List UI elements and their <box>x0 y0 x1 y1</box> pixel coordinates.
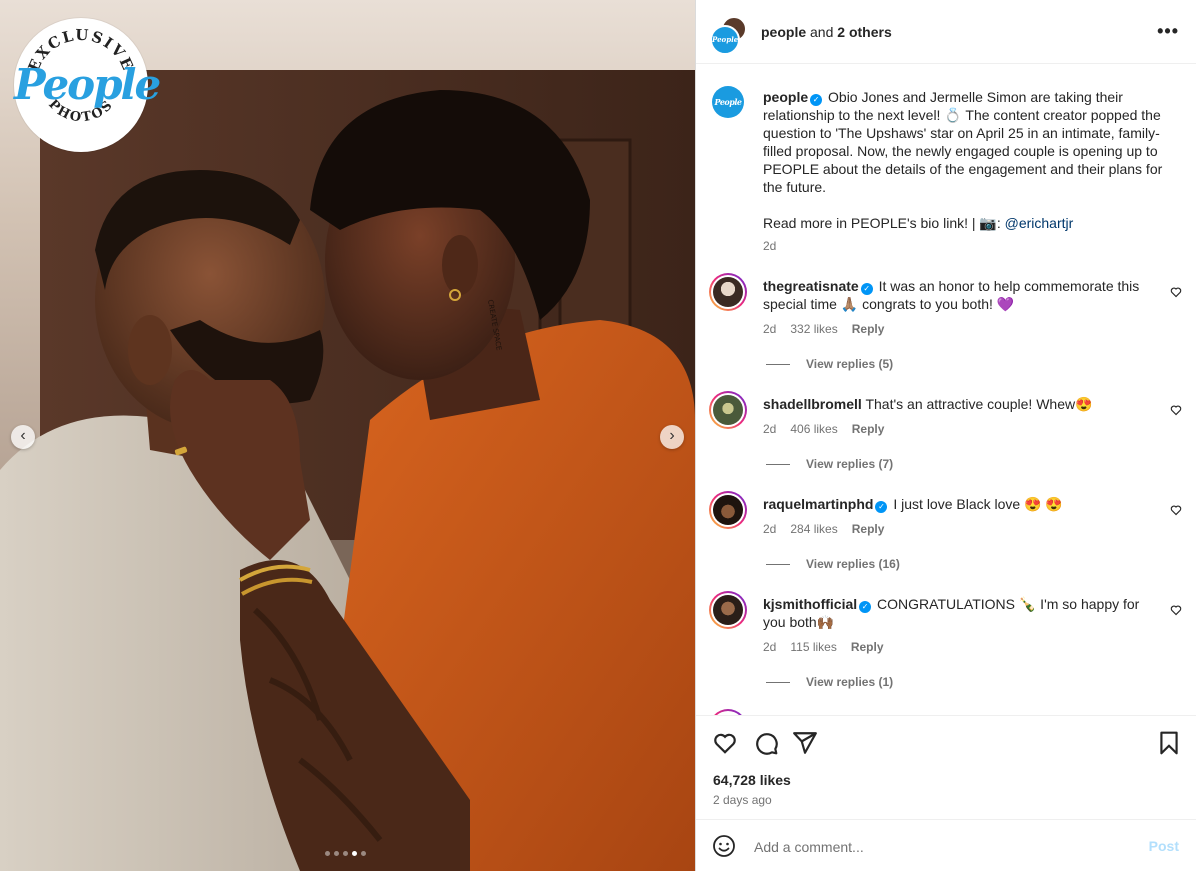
view-replies-button[interactable]: View replies (16) <box>766 557 900 571</box>
view-replies-button[interactable]: View replies (1) <box>766 675 893 689</box>
emoji-icon[interactable] <box>712 834 736 858</box>
author-joiner: and <box>810 24 834 40</box>
caption-avatar[interactable]: People <box>712 86 744 118</box>
commenter-photo <box>713 277 743 307</box>
like-comment-heart-icon[interactable] <box>1170 404 1182 416</box>
comment-likes[interactable]: 284 likes <box>790 522 837 536</box>
comment: thegreatisnate ✓ It was an honor to help … <box>763 277 1153 313</box>
post-date[interactable]: 2 days ago <box>713 793 772 807</box>
caption-username[interactable]: people <box>763 89 808 105</box>
replies-line <box>766 464 790 466</box>
comment-text: That's an attractive couple! Whew😍 <box>865 396 1093 412</box>
comment-meta: 2d 115 likes Reply <box>763 640 898 654</box>
comment: raquelmartinphd ✓ I just love Black love … <box>763 495 1153 513</box>
view-replies-label[interactable]: View replies (16) <box>806 557 900 571</box>
comment: shadellbromell That's an attractive coup… <box>763 395 1153 413</box>
view-replies-label[interactable]: View replies (5) <box>806 357 893 371</box>
commenter-photo <box>713 395 743 425</box>
verified-icon: ✓ <box>810 94 823 106</box>
view-replies-button[interactable]: View replies (5) <box>766 357 893 371</box>
comment-time[interactable]: 2d <box>763 322 776 336</box>
reply-button[interactable]: Reply <box>852 422 885 436</box>
comment-text: I just love Black love 😍 😍 <box>893 496 1063 512</box>
comment-meta: 2d 332 likes Reply <box>763 322 898 336</box>
replies-line <box>766 564 790 566</box>
author-username[interactable]: people <box>761 24 806 40</box>
commenter-photo <box>713 495 743 525</box>
bookmark-icon[interactable] <box>1156 730 1182 756</box>
carousel-dot <box>343 851 348 856</box>
comment-username[interactable]: raquelmartinphd <box>763 496 873 512</box>
reply-button[interactable]: Reply <box>851 640 884 654</box>
carousel-indicator <box>325 851 366 856</box>
post-actions: 64,728 likes 2 days ago <box>696 715 1196 819</box>
post-author[interactable]: people and 2 others <box>761 24 892 40</box>
post-comment-button[interactable]: Post <box>1149 838 1179 854</box>
comment-meta: 2d 406 likes Reply <box>763 422 898 436</box>
commenter-avatar[interactable] <box>709 491 747 529</box>
collab-avatars[interactable]: People <box>710 16 747 55</box>
carousel-dot <box>361 851 366 856</box>
caption-time[interactable]: 2d <box>763 239 776 253</box>
carousel-dot <box>334 851 339 856</box>
replies-line <box>766 682 790 684</box>
post-caption: people ✓ Obio Jones and Jermelle Simon ar… <box>763 88 1173 232</box>
comment-username[interactable]: shadellbromell <box>763 396 862 412</box>
commenter-avatar[interactable] <box>709 391 747 429</box>
comment: kjsmithofficial ✓ CONGRATULATIONS 🍾 I'm s… <box>763 595 1153 631</box>
verified-icon: ✓ <box>860 283 873 295</box>
view-replies-button[interactable]: View replies (7) <box>766 457 893 471</box>
view-replies-label[interactable]: View replies (1) <box>806 675 893 689</box>
commenter-avatar[interactable] <box>709 273 747 311</box>
comment-username[interactable]: thegreatisnate <box>763 278 859 294</box>
previous-photo-button[interactable]: ‹ <box>11 425 35 449</box>
add-comment-bar: Post <box>696 819 1196 871</box>
comment-likes[interactable]: 332 likes <box>790 322 837 336</box>
reply-button[interactable]: Reply <box>852 522 885 536</box>
likes-count[interactable]: 64,728 likes <box>713 772 791 788</box>
post-header: People people and 2 others ••• <box>696 0 1196 64</box>
comment-username[interactable]: kjsmithofficial <box>763 596 857 612</box>
view-replies-label[interactable]: View replies (7) <box>806 457 893 471</box>
reply-button[interactable]: Reply <box>852 322 885 336</box>
comment-icon[interactable] <box>753 730 779 756</box>
share-icon[interactable] <box>792 730 818 756</box>
replies-line <box>766 364 790 366</box>
verified-icon: ✓ <box>859 601 872 613</box>
next-photo-button[interactable]: › <box>660 425 684 449</box>
people-logo: People <box>14 60 161 109</box>
comment-meta: 2d 284 likes Reply <box>763 522 898 536</box>
commenter-photo <box>713 595 743 625</box>
others-link[interactable]: 2 others <box>837 24 891 40</box>
caption-read-more: Read more in PEOPLE's bio link! | 📷: <box>763 215 1005 231</box>
comment-likes[interactable]: 115 likes <box>790 640 836 654</box>
comments-scroll-area[interactable]: People people ✓ Obio Jones and Jermelle S… <box>696 64 1196 715</box>
comment-input[interactable] <box>752 834 1136 860</box>
like-comment-heart-icon[interactable] <box>1170 504 1182 516</box>
carousel-dot <box>325 851 330 856</box>
heart-icon[interactable] <box>712 730 738 756</box>
photographer-mention[interactable]: @erichartjr <box>1005 215 1074 231</box>
like-comment-heart-icon[interactable] <box>1170 604 1182 616</box>
verified-icon: ✓ <box>875 501 888 513</box>
caption-text: Obio Jones and Jermelle Simon are taking… <box>763 89 1163 195</box>
exclusive-photos-badge: EXCLUSIVE PHOTOS People <box>14 18 161 152</box>
commenter-avatar[interactable] <box>709 591 747 629</box>
comment-time[interactable]: 2d <box>763 640 776 654</box>
people-avatar[interactable]: People <box>710 25 740 55</box>
post-details-panel: People people and 2 others ••• People pe… <box>695 0 1196 871</box>
comment-likes[interactable]: 406 likes <box>790 422 837 436</box>
carousel-dot-active <box>352 851 357 856</box>
like-comment-heart-icon[interactable] <box>1170 286 1182 298</box>
more-options-icon[interactable]: ••• <box>1157 21 1179 42</box>
comment-time[interactable]: 2d <box>763 422 776 436</box>
comment-time[interactable]: 2d <box>763 522 776 536</box>
post-photo[interactable]: CREATE SPACE EXCLUSIVE PHOTOS People ‹ › <box>0 0 695 871</box>
